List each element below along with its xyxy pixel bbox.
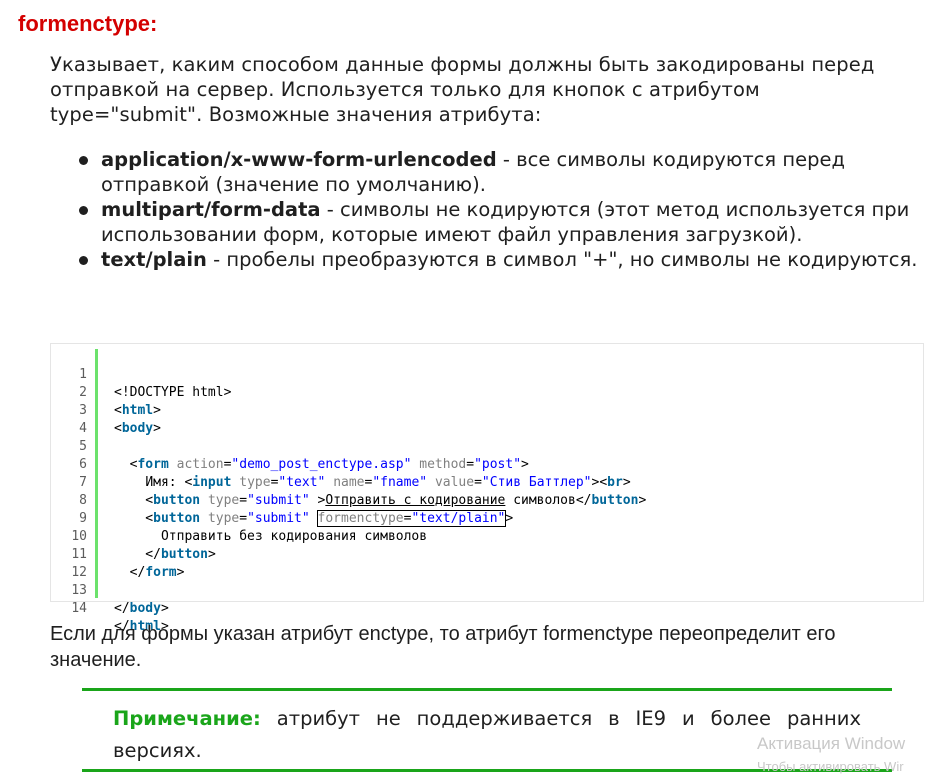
bullet-icon bbox=[79, 206, 88, 215]
line-number: 14 bbox=[71, 601, 87, 616]
code-token: html bbox=[121, 403, 154, 418]
code-line: 2 <html> bbox=[51, 366, 161, 418]
code-token: Отправить с кодирование bbox=[325, 493, 506, 508]
code-token: Отправить без кодирования символов bbox=[160, 529, 428, 544]
code-token: Имя: bbox=[145, 475, 177, 490]
attribute-values-list: application/x-www-form-urlencoded - все … bbox=[50, 147, 925, 272]
bullet-icon bbox=[79, 256, 88, 265]
code-token: form bbox=[145, 565, 177, 580]
intro-paragraph: Указывает, каким способом данные формы д… bbox=[50, 53, 875, 126]
value-term: application/x-www-form-urlencoded bbox=[101, 148, 497, 171]
value-description: - пробелы преобразуются в символ "+", но… bbox=[206, 248, 918, 271]
code-example[interactable]: 1 <!DOCTYPE html> 2 <html> 3 <body> 4 5 … bbox=[50, 343, 924, 634]
code-token: action bbox=[176, 457, 224, 472]
code-line: 4 bbox=[51, 402, 87, 436]
code-token: type bbox=[207, 511, 240, 526]
code-line: 7 <button type="submit" >Отправить с код… bbox=[51, 456, 646, 508]
code-token: "Стив Баттлер" bbox=[481, 475, 592, 490]
code-token: input bbox=[192, 475, 232, 490]
code-line: 11 </form> bbox=[51, 528, 184, 580]
list-item: application/x-www-form-urlencoded - все … bbox=[50, 147, 925, 197]
code-token: name bbox=[333, 475, 365, 490]
code-token: body bbox=[129, 601, 161, 616]
code-token: br bbox=[607, 475, 623, 490]
section-heading: formenctype: bbox=[18, 11, 158, 36]
code-token: "demo_post_enctype.asp" bbox=[231, 457, 412, 472]
code-token: value bbox=[434, 475, 475, 490]
outro-paragraph: Если для формы указан атрибут enctype, т… bbox=[50, 623, 836, 671]
bullet-icon bbox=[79, 156, 88, 165]
activation-watermark: Активация Window bbox=[757, 734, 906, 753]
value-term: multipart/form-data bbox=[101, 198, 321, 221]
code-token: "text/plain" bbox=[411, 511, 506, 526]
code-token: "submit" bbox=[247, 511, 310, 526]
list-item: multipart/form-data - символы не кодирую… bbox=[50, 197, 925, 247]
code-token: "text" bbox=[278, 475, 326, 490]
code-token: "fname" bbox=[372, 475, 428, 490]
code-token: <!DOCTYPE html> bbox=[114, 385, 232, 400]
code-token: символов bbox=[505, 493, 576, 508]
note-label: Примечание: bbox=[113, 707, 261, 730]
value-term: text/plain bbox=[101, 248, 207, 271]
code-token: method bbox=[419, 457, 467, 472]
code-token: type bbox=[207, 493, 240, 508]
code-token: form bbox=[137, 457, 169, 472]
code-token: button bbox=[591, 493, 639, 508]
code-line: 9 Отправить без кодирования символов bbox=[51, 492, 427, 544]
code-line: 13 </body> bbox=[51, 564, 168, 616]
code-line: 10 </button> bbox=[51, 510, 215, 562]
code-token: button bbox=[153, 493, 201, 508]
code-token: button bbox=[153, 511, 201, 526]
code-token: "submit" bbox=[247, 493, 310, 508]
code-line: 14 </html> bbox=[51, 582, 168, 634]
code-line: 8 <button type="submit" formenctype="tex… bbox=[51, 474, 513, 527]
code-line: 6 Имя: <input type="text" name="fname" v… bbox=[51, 438, 630, 490]
code-line: 12 bbox=[51, 546, 87, 580]
code-gutter-bar bbox=[95, 349, 98, 598]
code-line: 1 <!DOCTYPE html> bbox=[51, 348, 231, 400]
code-token: formenctype bbox=[317, 511, 404, 526]
activation-watermark-subtext: Чтобы активировать Wir bbox=[757, 759, 904, 774]
code-token: "post" bbox=[474, 457, 522, 472]
code-token: type bbox=[239, 475, 271, 490]
code-line: 5 <form action="demo_post_enctype.asp" m… bbox=[51, 420, 529, 472]
highlight-box: formenctype="text/plain" bbox=[316, 510, 507, 527]
list-item: text/plain - пробелы преобразуются в сим… bbox=[50, 247, 925, 272]
code-token: body bbox=[121, 421, 154, 436]
code-line: 3 <body> bbox=[51, 384, 161, 436]
code-token: button bbox=[160, 547, 208, 562]
